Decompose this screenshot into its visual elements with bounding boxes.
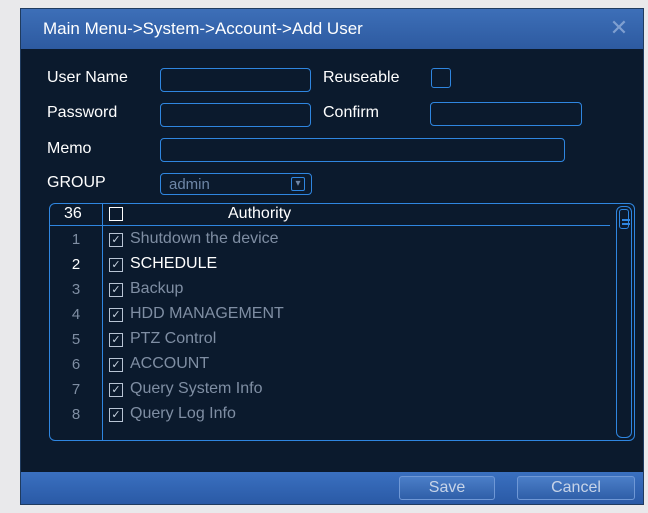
authority-header-title: Authority xyxy=(228,205,292,222)
cancel-button[interactable]: Cancel xyxy=(517,476,635,500)
authority-checkbox[interactable]: ✓ xyxy=(109,358,123,372)
authority-label: SCHEDULE xyxy=(130,255,218,272)
authority-label: ACCOUNT xyxy=(130,355,210,372)
authority-checkbox[interactable]: ✓ xyxy=(109,333,123,347)
scrollbar[interactable] xyxy=(616,206,632,438)
grip-icon xyxy=(622,219,630,225)
confirm-field[interactable] xyxy=(430,102,582,126)
chevron-down-icon[interactable]: ▾ xyxy=(291,177,305,191)
row-number: 5 xyxy=(71,331,81,348)
list-item[interactable]: 6 ✓ ACCOUNT xyxy=(50,353,610,378)
list-item[interactable]: 4 ✓ HDD MANAGEMENT xyxy=(50,303,610,328)
authority-checkbox[interactable]: ✓ xyxy=(109,408,123,422)
row-number: 3 xyxy=(71,281,81,298)
row-number: 1 xyxy=(71,231,81,248)
authority-checkbox[interactable]: ✓ xyxy=(109,258,123,272)
dialog-title: Main Menu->System->Account->Add User xyxy=(43,19,363,38)
authority-label: Query Log Info xyxy=(130,405,236,422)
password-label: Password xyxy=(47,104,118,121)
authority-label: Shutdown the device xyxy=(130,230,279,247)
password-field[interactable] xyxy=(160,103,311,127)
list-item[interactable]: 3 ✓ Backup xyxy=(50,278,610,303)
row-number: 2 xyxy=(71,256,81,273)
authority-count: 36 xyxy=(64,205,82,222)
close-icon[interactable]: ✕ xyxy=(605,14,633,42)
bottom-bar: Save Cancel xyxy=(21,472,643,504)
confirm-label: Confirm xyxy=(323,104,380,121)
select-all-checkbox[interactable] xyxy=(109,207,123,221)
row-number: 8 xyxy=(71,406,81,423)
group-selected-value: admin xyxy=(169,176,210,193)
list-item[interactable]: 5 ✓ PTZ Control xyxy=(50,328,610,353)
authority-checkbox[interactable]: ✓ xyxy=(109,283,123,297)
list-item[interactable]: 2 ✓ SCHEDULE xyxy=(50,253,610,278)
authority-label: Query System Info xyxy=(130,380,263,397)
user-name-field[interactable] xyxy=(160,68,311,92)
authority-checkbox[interactable]: ✓ xyxy=(109,233,123,247)
list-item[interactable]: 7 ✓ Query System Info xyxy=(50,378,610,403)
authority-list: 36 Authority 1 ✓ Shutdown the device 2 ✓ SCHE… xyxy=(49,203,635,441)
user-name-label: User Name xyxy=(47,69,128,86)
authority-label: PTZ Control xyxy=(130,330,217,347)
row-number: 4 xyxy=(71,306,81,323)
add-user-dialog: Main Menu->System->Account->Add User ✕ U… xyxy=(20,8,644,505)
list-item[interactable]: 1 ✓ Shutdown the device xyxy=(50,228,610,253)
save-button[interactable]: Save xyxy=(399,476,495,500)
title-bar: Main Menu->System->Account->Add User ✕ xyxy=(21,9,643,49)
reuseable-checkbox[interactable] xyxy=(431,68,451,88)
authority-checkbox[interactable]: ✓ xyxy=(109,383,123,397)
list-item[interactable]: 8 ✓ Query Log Info xyxy=(50,403,610,428)
group-label: GROUP xyxy=(47,174,106,191)
memo-label: Memo xyxy=(47,140,92,157)
authority-header: 36 Authority xyxy=(50,204,610,226)
row-number: 6 xyxy=(71,356,81,373)
row-number: 7 xyxy=(71,381,81,398)
group-dropdown[interactable]: admin ▾ xyxy=(160,173,312,195)
scroll-thumb[interactable] xyxy=(619,209,630,229)
authority-label: Backup xyxy=(130,280,184,297)
authority-label: HDD MANAGEMENT xyxy=(130,305,284,322)
reuseable-label: Reuseable xyxy=(323,69,400,86)
authority-checkbox[interactable]: ✓ xyxy=(109,308,123,322)
memo-field[interactable] xyxy=(160,138,565,162)
